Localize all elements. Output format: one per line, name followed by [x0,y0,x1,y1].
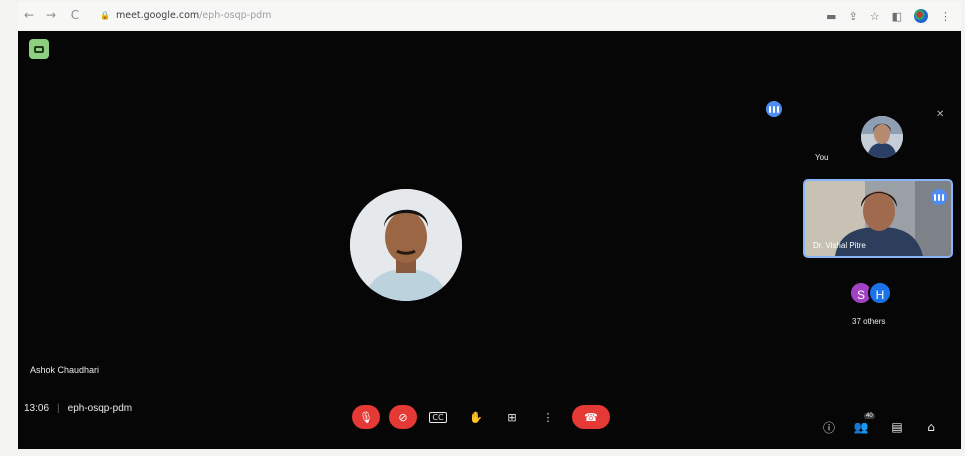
others-avatars[interactable]: S H [849,281,892,305]
browser-toolbar: ← → C 🔒 meet.google.com/eph-osqp-pdm ▬ ⇪ … [18,2,961,30]
meet-logo-icon[interactable] [29,39,49,59]
chat-button[interactable]: ▤ [888,418,906,436]
meet-stage: Ashok Chaudhari ✕ You Dr. Vishal Pitre S… [18,31,961,449]
info-icon: ⓘ [822,420,835,435]
share-icon[interactable]: ⇪ [849,10,858,23]
main-participant-avatar [350,189,462,301]
lock-icon[interactable]: 🔒 [100,11,110,20]
more-options-button[interactable]: ⋮ [534,405,562,429]
reload-icon[interactable]: C [68,8,82,22]
activities-button[interactable]: ⌂ [922,418,940,436]
meeting-details: 13:06 | eph-osqp-pdm [24,403,132,414]
self-label: You [815,153,829,162]
self-avatar[interactable] [861,116,903,158]
meeting-info-button[interactable]: ⓘ [820,418,838,436]
chat-icon: ▤ [891,420,903,434]
speaking-indicator-icon [931,189,947,205]
raise-hand-button[interactable]: ✋ [462,405,490,429]
avatar: H [868,281,892,305]
divider: | [57,403,60,414]
sidebar-icon[interactable]: ◧ [892,10,902,23]
end-call-icon: ☎ [584,410,598,424]
captions-button[interactable]: CC [424,405,452,429]
mic-off-icon: 🎙 [359,410,373,424]
mic-off-button[interactable]: 🎙 [352,405,380,429]
people-icon: 👥 [853,420,869,434]
url-host: meet.google.com [115,10,200,21]
address-bar[interactable]: 🔒 meet.google.com/eph-osqp-pdm [100,8,271,24]
more-vert-icon: ⋮ [542,410,554,424]
hand-icon: ✋ [469,410,483,424]
clock-time: 13:06 [24,403,50,414]
activities-icon: ⌂ [927,420,935,434]
main-participant-name: Ashok Chaudhari [30,365,100,375]
profile-icon[interactable] [914,9,928,23]
meeting-code: eph-osqp-pdm [67,403,133,414]
participant-tile[interactable]: Dr. Vishal Pitre [803,179,953,258]
menu-icon[interactable]: ⋮ [940,10,951,23]
others-count-label: 37 others [852,317,886,326]
back-icon[interactable]: ← [22,8,36,22]
participant-tile-name: Dr. Vishal Pitre [813,241,866,250]
camera-off-icon: ⊘ [398,410,408,424]
speaking-indicator-icon [766,101,782,117]
url-path: /eph-osqp-pdm [199,10,272,21]
leave-call-button[interactable]: ☎ [572,405,610,429]
self-muted-icon: ✕ [936,109,945,120]
captions-icon: CC [429,411,447,423]
camera-off-button[interactable]: ⊘ [389,405,417,429]
star-icon[interactable]: ☆ [870,10,880,23]
forward-icon[interactable]: → [44,8,58,22]
present-icon: ⊞ [507,410,517,424]
present-button[interactable]: ⊞ [498,405,526,429]
cast-icon[interactable]: ▬ [826,10,836,23]
people-button[interactable]: 👥 [852,418,870,436]
